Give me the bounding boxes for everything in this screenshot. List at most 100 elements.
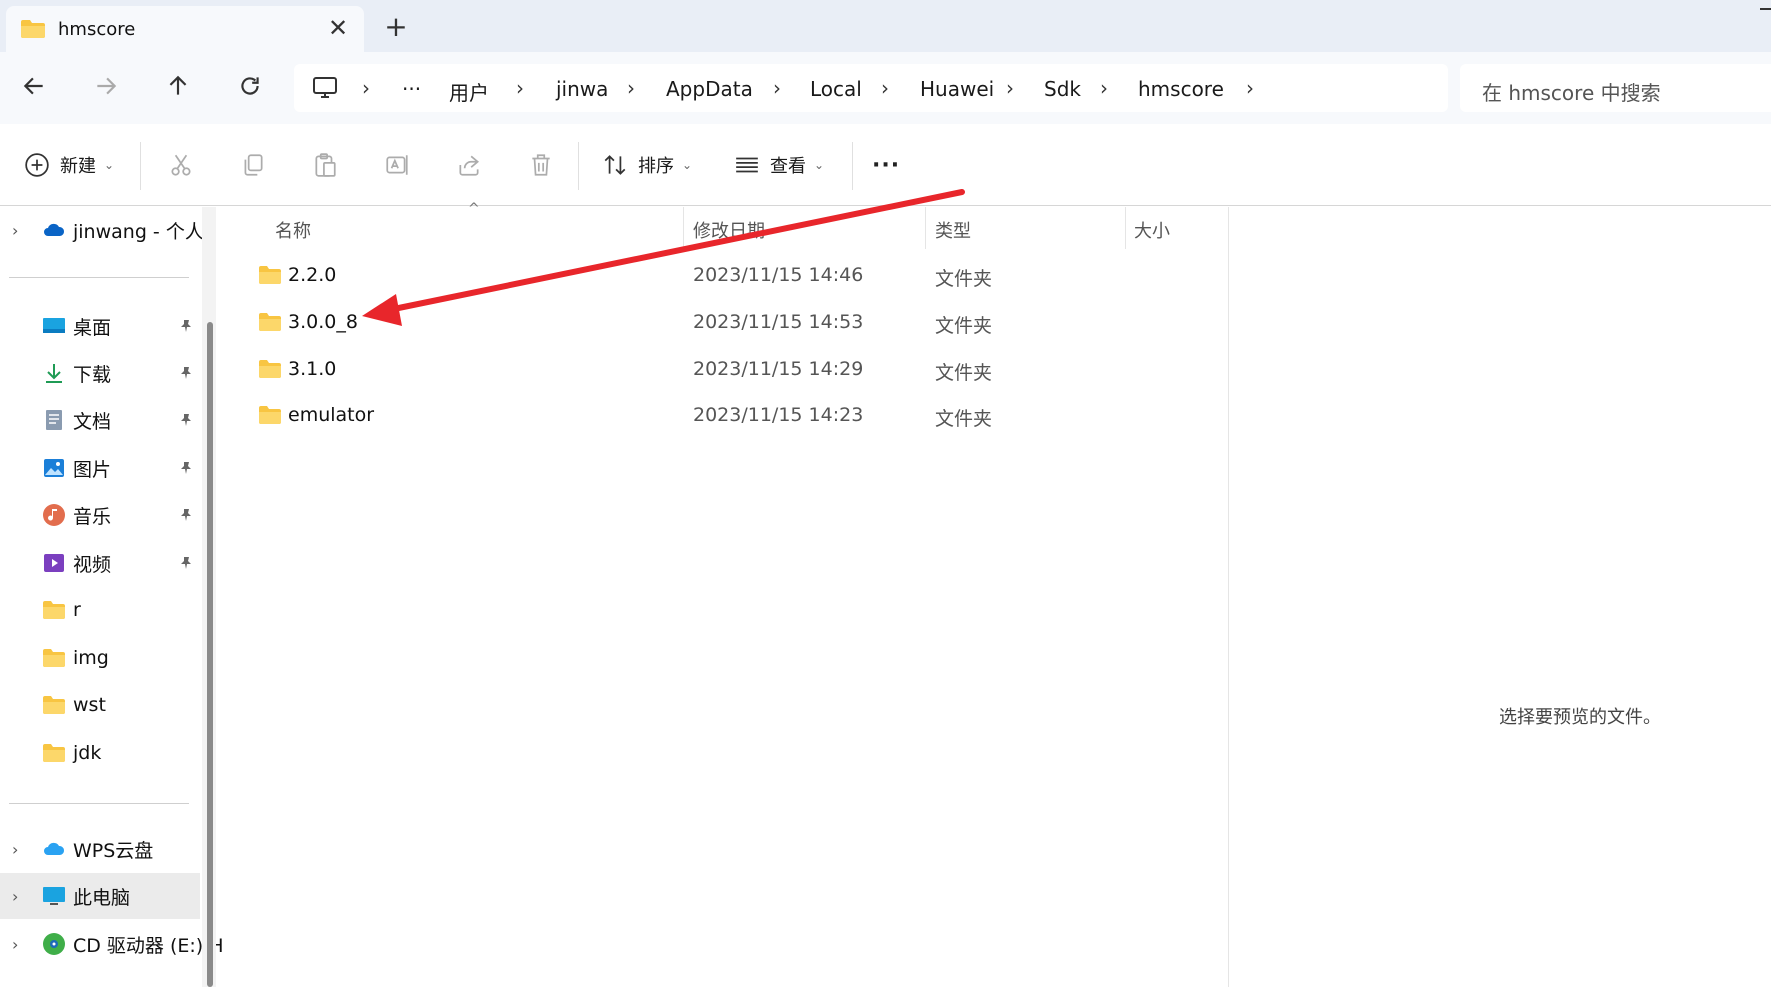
table-row[interactable]: 3.1.0 2023/11/15 14:29 文件夹 [228,347,1228,393]
pin-icon[interactable] [178,555,194,571]
address-row: › ··· 用户 › jinwa › AppData › Local › Hua… [0,52,1771,124]
share-button[interactable] [456,144,482,186]
file-type: 文件夹 [935,268,993,290]
delete-button[interactable] [528,144,554,186]
sidebar-item-wst[interactable]: wst [0,682,200,728]
cut-button[interactable] [168,144,194,186]
view-button[interactable]: 查看 ⌄ [734,144,824,186]
sidebar-item-label: 下载 [73,363,112,386]
divider [9,803,189,804]
file-name: emulator [288,404,375,426]
command-bar: 新建 ⌄ 排序 ⌄ 查看 ⌄ ··· [0,124,1771,206]
close-icon[interactable]: ✕ [324,14,352,42]
file-list: ^ 名称 修改日期 类型 大小 2.2.0 2023/11/15 14:46 文… [228,201,1228,987]
search-input[interactable]: 在 hmscore 中搜索 [1460,64,1771,112]
sidebar-item-wps[interactable]: › WPS云盘 [0,826,200,872]
chevron-right-icon[interactable]: › [1100,76,1108,100]
sidebar-item-videos[interactable]: 视频 [0,540,200,586]
sidebar-item-label: r [73,599,81,621]
sidebar-item-label: img [73,647,109,669]
forward-button[interactable] [86,66,126,106]
sort-icon [604,155,626,175]
monitor-icon[interactable] [312,76,338,100]
file-type: 文件夹 [935,408,993,430]
scrollbar-thumb[interactable] [207,322,213,987]
copy-button[interactable] [240,144,266,186]
chevron-right-icon[interactable]: › [773,76,781,100]
breadcrumb-item[interactable]: Sdk [1044,77,1081,101]
table-row[interactable]: 2.2.0 2023/11/15 14:46 文件夹 [228,253,1228,299]
pin-icon[interactable] [178,460,194,476]
column-header-size[interactable]: 大小 [1134,217,1170,243]
chevron-right-icon[interactable]: › [12,221,18,240]
sidebar-item-desktop[interactable]: 桌面 [0,303,200,349]
tab-hmscore[interactable]: hmscore ✕ [6,6,364,52]
breadcrumb-ellipsis[interactable]: ··· [402,77,421,101]
breadcrumb-item[interactable]: 用户 [449,77,489,106]
pin-icon[interactable] [178,412,194,428]
file-date: 2023/11/15 14:23 [693,404,864,426]
file-type: 文件夹 [935,362,993,384]
breadcrumb-item[interactable]: Huawei [920,77,994,101]
chevron-right-icon[interactable]: › [12,935,18,954]
sidebar-item-jdk[interactable]: jdk [0,730,200,776]
breadcrumb-item-current[interactable]: hmscore [1138,77,1224,101]
sidebar-item-img[interactable]: img [0,635,200,681]
folder-icon [43,601,65,619]
column-divider[interactable] [683,207,684,249]
file-name: 2.2.0 [288,264,337,286]
column-divider[interactable] [1125,207,1126,249]
column-header-date[interactable]: 修改日期 [693,217,765,243]
sidebar-item-this-pc[interactable]: › 此电脑 [0,873,200,919]
sidebar-item-r[interactable]: r [0,587,200,633]
sort-button[interactable]: 排序 ⌄ [602,144,692,186]
sidebar-item-downloads[interactable]: 下载 [0,350,200,396]
search-placeholder: 在 hmscore 中搜索 [1482,81,1661,105]
refresh-button[interactable] [230,66,270,106]
computer-icon [43,887,65,905]
sidebar-item-onedrive[interactable]: › jinwang - 个人 [0,207,204,253]
breadcrumb-item[interactable]: AppData [666,77,753,101]
paste-button[interactable] [312,144,338,186]
plus-circle-icon [25,153,49,177]
chevron-right-icon[interactable]: › [1246,76,1254,100]
table-row[interactable]: 3.0.0_8 2023/11/15 14:53 文件夹 [228,300,1228,346]
pin-icon[interactable] [178,507,194,523]
column-divider[interactable] [925,207,926,249]
refresh-icon [241,77,259,95]
sidebar-item-label: 此电脑 [73,886,131,909]
chevron-right-icon[interactable]: › [881,76,889,100]
more-icon: ··· [872,152,901,178]
table-row[interactable]: emulator 2023/11/15 14:23 文件夹 [228,393,1228,439]
minimize-icon[interactable] [1760,8,1771,10]
breadcrumb[interactable]: › ··· 用户 › jinwa › AppData › Local › Hua… [294,64,1448,112]
sidebar-item-cd-drive[interactable]: › CD 驱动器 (E:) H [0,921,224,967]
sidebar-item-music[interactable]: 音乐 [0,492,200,538]
chevron-right-icon[interactable]: › [12,887,18,906]
folder-icon [259,313,281,331]
sidebar-item-label: CD 驱动器 (E:) H [73,934,224,957]
sidebar-item-pictures[interactable]: 图片 [0,445,200,491]
preview-message: 选择要预览的文件。 [1499,707,1661,728]
chevron-right-icon[interactable]: › [362,76,370,100]
pin-icon[interactable] [178,365,194,381]
breadcrumb-item[interactable]: jinwa [556,77,608,101]
column-header-type[interactable]: 类型 [935,217,971,243]
back-button[interactable] [14,66,54,106]
pin-icon[interactable] [178,318,194,334]
up-button[interactable] [158,66,198,106]
list-view-icon [736,157,758,173]
breadcrumb-item[interactable]: Local [810,77,862,101]
new-label: 新建 [60,156,96,177]
column-header-name[interactable]: 名称 [275,217,311,243]
rename-button[interactable] [384,144,410,186]
new-button[interactable]: 新建 ⌄ [24,144,114,186]
chevron-right-icon[interactable]: › [516,76,524,100]
chevron-right-icon[interactable]: › [12,840,18,859]
sidebar-item-documents[interactable]: 文档 [0,397,200,443]
chevron-right-icon[interactable]: › [627,76,635,100]
more-options-button[interactable]: ··· [872,144,900,186]
new-tab-button[interactable]: + [380,12,412,44]
divider [140,142,141,190]
chevron-right-icon[interactable]: › [1006,76,1014,100]
